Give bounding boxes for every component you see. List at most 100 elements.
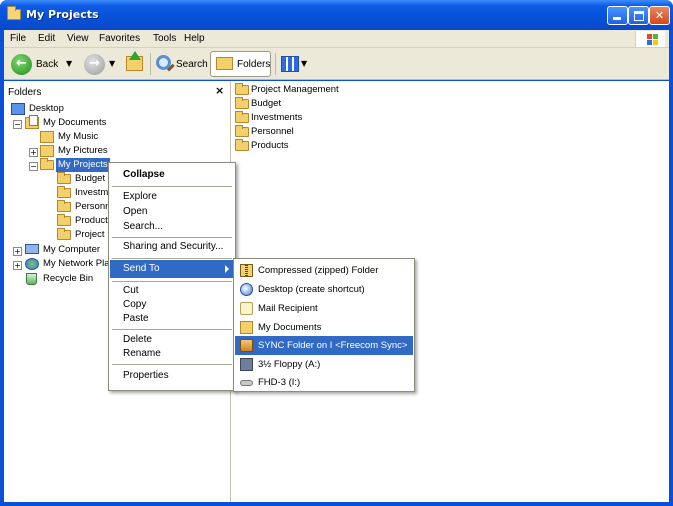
send-to-desktop-shortcut[interactable]: Desktop (create shortcut): [235, 280, 413, 299]
collapse-icon[interactable]: −: [13, 120, 22, 129]
tree-item-my-documents[interactable]: My Documents: [25, 115, 145, 130]
list-item-products[interactable]: Products: [235, 139, 375, 153]
tree-item-my-network-places[interactable]: My Network Plac: [25, 257, 108, 271]
menu-item-label: Desktop (create shortcut): [258, 284, 365, 295]
folders-icon: [216, 57, 233, 70]
views-dropdown-icon[interactable]: ▼: [301, 59, 307, 68]
list-item-label: Personnel: [251, 126, 294, 137]
title-bar[interactable]: My Projects ✕: [0, 0, 673, 30]
menu-item-paste[interactable]: Paste: [110, 310, 234, 328]
menu-item-sharing-and-security[interactable]: Sharing and Security...: [110, 238, 234, 256]
search-button-label[interactable]: Search: [176, 59, 208, 70]
network-icon: [25, 258, 39, 270]
menu-item-collapse[interactable]: Collapse: [110, 166, 234, 184]
folder-icon: [7, 6, 21, 20]
menu-item-search[interactable]: Search...: [110, 218, 234, 236]
menu-item-label: FHD-3 (I:): [258, 377, 301, 388]
tree-item-recycle-bin[interactable]: Recycle Bin: [25, 272, 110, 286]
folder-icon: [235, 111, 249, 123]
menu-item-label: Mail Recipient: [258, 303, 318, 314]
tree-item-label: My Projects: [56, 158, 110, 172]
tree-item-investments[interactable]: Investm: [57, 186, 109, 200]
menu-help[interactable]: Help: [184, 33, 205, 44]
zip-folder-icon: [240, 264, 253, 277]
tree-item-my-computer[interactable]: My Computer: [25, 243, 110, 257]
menu-item-label: Properties: [123, 370, 169, 381]
expand-icon[interactable]: +: [13, 247, 22, 256]
sync-folder-icon: [240, 339, 253, 352]
send-to-compressed-folder[interactable]: Compressed (zipped) Folder: [235, 261, 413, 280]
send-to-submenu: Compressed (zipped) Folder Desktop (crea…: [233, 258, 415, 392]
minimize-button[interactable]: [607, 6, 628, 25]
send-to-sync-folder[interactable]: SYNC Folder on I <Freecom Sync>: [235, 336, 413, 355]
send-to-fhd-drive[interactable]: FHD-3 (I:): [235, 373, 413, 392]
list-item-budget[interactable]: Budget: [235, 97, 375, 111]
menu-item-label: 3½ Floppy (A:): [258, 359, 321, 370]
folders-pane-title: Folders: [8, 87, 42, 98]
list-item-investments[interactable]: Investments: [235, 111, 375, 125]
folder-icon: [57, 228, 71, 240]
submenu-arrow-icon: [225, 265, 229, 273]
menu-item-label: SYNC Folder on I <Freecom Sync>: [258, 340, 408, 351]
tree-item-my-projects[interactable]: My Projects: [40, 158, 110, 172]
menu-bar: File Edit View Favorites Tools Help: [4, 30, 669, 48]
tree-item-my-pictures[interactable]: My Pictures: [40, 144, 160, 158]
folder-icon: [57, 200, 71, 212]
forward-dropdown-icon[interactable]: ▼: [109, 59, 115, 68]
menu-item-send-to[interactable]: Send To: [110, 260, 234, 278]
close-pane-icon[interactable]: ×: [215, 84, 224, 97]
menu-item-properties[interactable]: Properties: [110, 367, 234, 385]
window-title: My Projects: [26, 8, 99, 21]
menu-item-label: Sharing and Security...: [123, 241, 224, 252]
menu-tools[interactable]: Tools: [153, 33, 176, 44]
menu-item-rename[interactable]: Rename: [110, 345, 234, 363]
close-icon: ✕: [654, 9, 665, 22]
expand-icon[interactable]: +: [13, 261, 22, 270]
tree-item-label: Project I: [75, 229, 109, 240]
send-to-floppy[interactable]: 3½ Floppy (A:): [235, 355, 413, 374]
tree-item-label: Personn: [75, 201, 109, 212]
menu-edit[interactable]: Edit: [38, 33, 55, 44]
tree-item-label: My Documents: [43, 117, 107, 128]
menu-view[interactable]: View: [67, 33, 89, 44]
back-button-label[interactable]: Back: [36, 59, 58, 70]
menu-separator: [112, 258, 232, 259]
folder-icon: [235, 139, 249, 151]
list-item-project-management[interactable]: Project Management: [235, 83, 375, 97]
my-documents-icon: [25, 115, 39, 129]
search-icon[interactable]: [156, 55, 171, 70]
folder-icon: [235, 83, 249, 95]
list-item-personnel[interactable]: Personnel: [235, 125, 375, 139]
tree-item-products[interactable]: Products: [57, 214, 109, 228]
send-to-my-documents[interactable]: My Documents: [235, 318, 413, 337]
my-computer-icon: [25, 244, 39, 254]
folder-icon: [57, 186, 71, 198]
send-to-mail-recipient[interactable]: Mail Recipient: [235, 299, 413, 318]
list-item-label: Project Management: [251, 84, 339, 95]
tree-item-project-management[interactable]: Project I: [57, 228, 109, 242]
menu-file[interactable]: File: [10, 33, 26, 44]
forward-arrow-icon[interactable]: →: [84, 54, 105, 75]
back-dropdown-icon[interactable]: ▼: [66, 59, 72, 68]
menu-favorites[interactable]: Favorites: [99, 33, 140, 44]
maximize-button[interactable]: [628, 6, 649, 25]
menu-item-label: Paste: [123, 313, 149, 324]
tree-item-desktop[interactable]: Desktop: [11, 102, 131, 116]
list-item-label: Budget: [251, 98, 282, 109]
folders-button-label: Folders: [237, 59, 271, 70]
menu-item-label: Search...: [123, 221, 164, 232]
tree-item-label: My Pictures: [58, 145, 108, 156]
tree-item-personnel[interactable]: Personn: [57, 200, 109, 214]
menu-separator: [112, 364, 232, 365]
tree-item-budget[interactable]: Budget: [57, 172, 109, 186]
collapse-icon[interactable]: −: [29, 162, 38, 171]
views-icon[interactable]: [281, 56, 299, 72]
back-arrow-icon[interactable]: ←: [11, 54, 32, 75]
close-button[interactable]: ✕: [649, 6, 670, 25]
tree-item-my-music[interactable]: My Music: [40, 130, 160, 144]
expand-icon[interactable]: +: [29, 148, 38, 157]
list-item-label: Products: [251, 140, 289, 151]
my-documents-icon: [240, 321, 253, 334]
my-music-icon: [40, 131, 54, 143]
folder-icon: [40, 158, 54, 170]
